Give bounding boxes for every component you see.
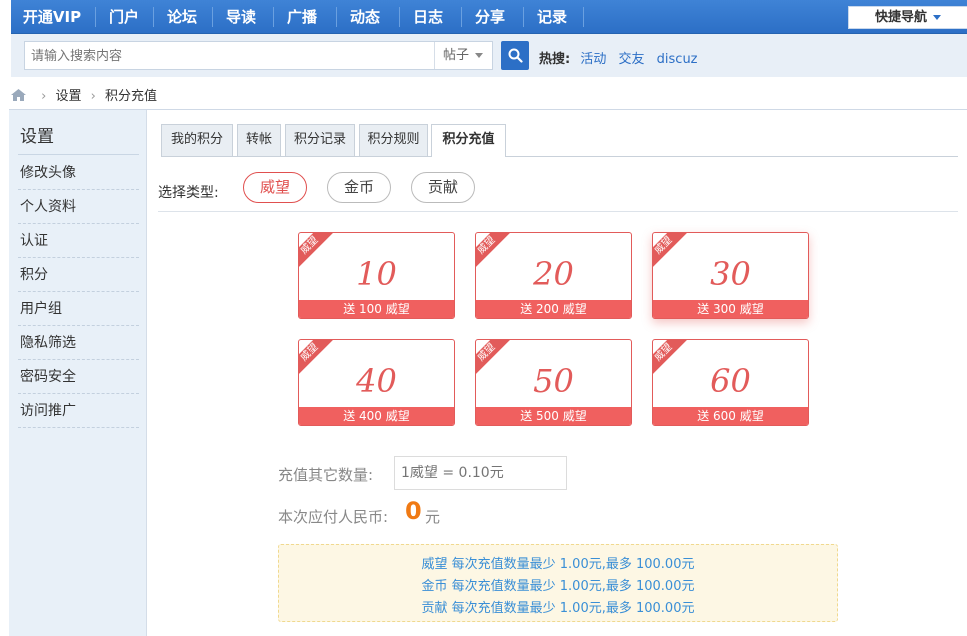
hot-search: 热搜: 活动 交友 discuz [539,48,706,67]
card-amount: 10 [356,255,397,293]
breadcrumb-current: 积分充值 [104,89,157,104]
sidebar-item-avatar[interactable]: 修改头像 [18,156,139,190]
home-icon[interactable] [11,88,26,105]
nav-item-share[interactable]: 分享 [463,0,517,34]
nav-divider [273,7,274,27]
sidebar-item-verify[interactable]: 认证 [18,224,139,258]
quick-nav-label: 快捷导航 [874,10,927,25]
nav-item-portal[interactable]: 门户 [97,0,151,34]
card-bonus: 送 300 威望 [653,300,808,318]
recharge-card[interactable]: 威望 20 送 200 威望 [475,232,632,319]
recharge-card[interactable]: 威望 50 送 500 威望 [475,339,632,426]
sidebar-item-privacy[interactable]: 隐私筛选 [18,326,139,360]
card-bonus: 送 100 威望 [299,300,454,318]
recharge-card[interactable]: 威望 60 送 600 威望 [652,339,809,426]
hot-link[interactable]: 活动 [580,52,606,67]
search-type-select[interactable]: 帖子 [434,42,493,69]
divider [18,154,139,155]
search-bar: 帖子 热搜: 活动 交友 discuz [11,34,967,77]
caret-down-icon [933,15,941,20]
tab-credit-log[interactable]: 积分记录 [285,124,355,156]
nav-item-record[interactable]: 记录 [525,0,579,34]
pay-unit: 元 [425,508,441,526]
nav-item-forum[interactable]: 论坛 [155,0,209,34]
hot-search-label: 热搜: [539,52,571,67]
nav-item-broadcast[interactable]: 广播 [275,0,329,34]
card-bonus: 送 500 威望 [476,407,631,425]
sidebar-item-credits[interactable]: 积分 [18,258,139,292]
nav-divider [461,7,462,27]
nav-item-vip[interactable]: 开通VIP [11,0,93,34]
search-input[interactable] [31,46,431,66]
nav-divider [399,7,400,27]
type-option-contribution[interactable]: 贡献 [411,172,475,203]
breadcrumb-settings[interactable]: 设置 [55,89,81,104]
quick-nav-button[interactable]: 快捷导航 [848,6,967,29]
tab-recharge[interactable]: 积分充值 [431,124,506,157]
caret-down-icon [475,53,483,58]
tab-transfer[interactable]: 转帐 [237,124,281,156]
nav-divider [212,7,213,27]
type-option-prestige[interactable]: 威望 [243,172,307,203]
nav-divider [523,7,524,27]
nav-item-feed[interactable]: 动态 [338,0,392,34]
type-label: 选择类型: [158,185,219,201]
tab-credit-rules[interactable]: 积分规则 [359,124,428,156]
other-amount-label: 充值其它数量: [278,466,374,484]
nav-divider [95,7,96,27]
hot-link[interactable]: 交友 [619,52,645,67]
pay-label: 本次应付人民币: [278,508,389,526]
hot-link[interactable]: discuz [657,52,698,67]
recharge-card[interactable]: 威望 40 送 400 威望 [298,339,455,426]
notice-line: 贡献 每次充值数量最少 1.00元,最多 100.00元 [421,601,695,616]
card-amount: 20 [533,255,574,293]
card-amount: 40 [356,362,397,400]
nav-item-blog[interactable]: 日志 [401,0,455,34]
breadcrumb: › 设置 › 积分充值 [11,85,157,105]
divider [9,109,967,110]
tab-bar: 我的积分 转帐 积分记录 积分规则 积分充值 [161,124,958,157]
nav-divider [583,7,584,27]
notice-line: 威望 每次充值数量最少 1.00元,最多 100.00元 [421,557,695,572]
sidebar-item-profile[interactable]: 个人资料 [18,190,139,224]
notice-line: 金币 每次充值数量最少 1.00元,最多 100.00元 [421,579,695,594]
divider [158,211,958,212]
search-box: 帖子 [24,41,493,70]
top-nav: 开通VIP 门户 论坛 导读 广播 动态 日志 分享 记录 快捷导航 [11,0,967,34]
search-icon [508,48,523,63]
sidebar-item-password[interactable]: 密码安全 [18,360,139,394]
nav-item-guide[interactable]: 导读 [214,0,268,34]
search-button[interactable] [501,41,529,70]
sidebar-title: 设置 [20,127,54,147]
card-bonus: 送 400 威望 [299,407,454,425]
sidebar-item-usergroup[interactable]: 用户组 [18,292,139,326]
recharge-card[interactable]: 威望 30 送 300 威望 [652,232,809,319]
search-type-label: 帖子 [443,48,470,63]
other-amount-input[interactable] [394,456,567,490]
type-option-gold[interactable]: 金币 [327,172,391,203]
recharge-card[interactable]: 威望 10 送 100 威望 [298,232,455,319]
card-bonus: 送 200 威望 [476,300,631,318]
card-amount: 30 [710,255,751,293]
sidebar-item-promotion[interactable]: 访问推广 [18,394,139,428]
breadcrumb-separator: › [41,89,47,104]
card-amount: 60 [710,362,751,400]
nav-divider [336,7,337,27]
pay-amount: 0 [405,497,422,525]
nav-divider [153,7,154,27]
card-bonus: 送 600 威望 [653,407,808,425]
sidebar: 设置 修改头像 个人资料 认证 积分 用户组 隐私筛选 密码安全 访问推广 [9,110,147,636]
tab-my-credits[interactable]: 我的积分 [161,124,233,156]
card-amount: 50 [533,362,574,400]
recharge-notice: 威望 每次充值数量最少 1.00元,最多 100.00元 金币 每次充值数量最少… [278,544,838,622]
breadcrumb-separator: › [90,89,96,104]
